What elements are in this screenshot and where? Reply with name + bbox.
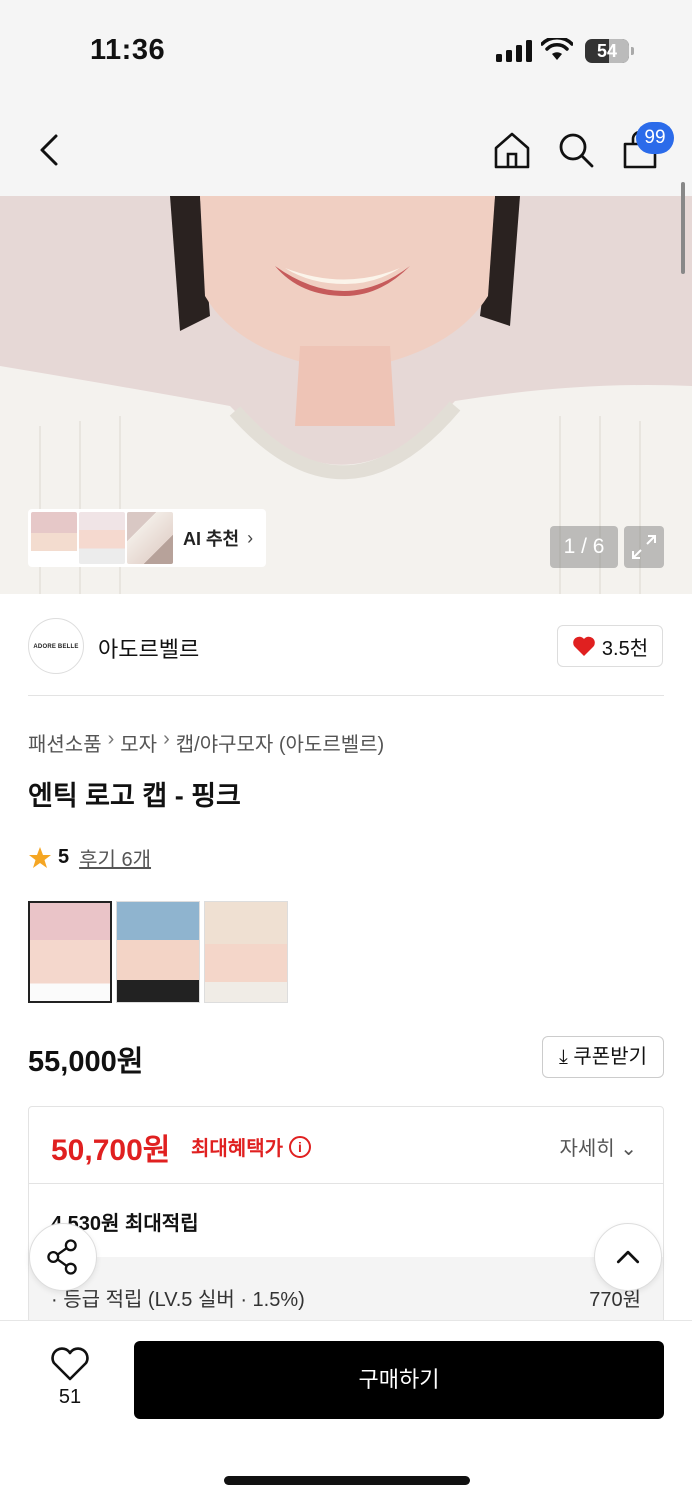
image-pager: 1 / 6	[550, 526, 618, 568]
benefit-panel: 50,700원 최대혜택가 i 자세히 ⌄ 4,530원 최대적립 · 등급 적…	[28, 1106, 664, 1336]
status-time: 11:36	[90, 34, 166, 66]
wish-count: 51	[58, 1386, 82, 1408]
divider	[29, 1183, 663, 1184]
scroll-top-icon[interactable]	[594, 1223, 662, 1291]
coupon-label: 쿠폰받기	[573, 1046, 647, 1068]
benefit-detail-toggle[interactable]: 자세히 ⌄	[559, 1132, 637, 1161]
signal-icon	[496, 40, 532, 62]
ai-thumb-3	[127, 512, 173, 564]
scroll-indicator	[681, 182, 685, 274]
heart-filled-icon	[573, 636, 595, 656]
home-icon[interactable]	[492, 130, 532, 170]
ai-recommend-label: AI 추천	[183, 529, 240, 549]
detail-label: 자세히	[559, 1138, 615, 1160]
battery-level: 54	[596, 41, 618, 61]
buy-button[interactable]: 구매하기	[134, 1341, 664, 1419]
ai-recommend-button[interactable]: AI 추천 ›	[28, 509, 266, 567]
product-rating: 5 후기 6개	[28, 843, 151, 872]
color-options	[28, 901, 288, 1003]
reviews-link[interactable]: 후기 6개	[79, 843, 151, 872]
breadcrumb: 패션소품 › 모자 › 캡/야구모자 (아도르벨르)	[28, 728, 384, 757]
share-icon[interactable]	[29, 1223, 97, 1291]
breadcrumb-item[interactable]: 패션소품	[28, 728, 102, 757]
chevron-right-icon: ›	[247, 527, 254, 548]
wifi-icon	[541, 38, 573, 60]
battery-icon: 54	[585, 39, 634, 63]
breadcrumb-item[interactable]: 캡/야구모자 (아도르벨르)	[176, 728, 384, 757]
color-option-pink[interactable]	[28, 901, 112, 1003]
cart-count-badge: 99	[636, 122, 674, 154]
tier-label: · 등급 적립 (LV.5 실버 · 1.5%)	[51, 1289, 305, 1311]
home-indicator	[224, 1476, 470, 1485]
breadcrumb-item[interactable]: 모자	[120, 728, 157, 757]
back-arrow-icon[interactable]	[32, 130, 68, 170]
color-option-beige[interactable]	[204, 901, 288, 1003]
ai-thumb-2	[79, 512, 125, 564]
chevron-right-icon: ›	[107, 728, 115, 750]
divider	[28, 695, 664, 696]
max-benefit-price: 50,700원	[51, 1134, 171, 1167]
brand-name[interactable]: 아도르벨르	[98, 632, 199, 664]
star-icon	[29, 846, 51, 868]
top-nav	[0, 100, 692, 196]
heart-outline-icon[interactable]	[48, 1345, 92, 1383]
rating-score: 5	[58, 846, 70, 868]
brand-like-count: 3.5천	[601, 637, 649, 660]
max-benefit-text: 최대혜택가	[191, 1138, 283, 1160]
expand-icon[interactable]	[624, 526, 664, 568]
chevron-right-icon: ›	[163, 728, 170, 750]
original-price: 55,000원	[28, 1046, 144, 1078]
brand-logo[interactable]: ADORE BELLE	[28, 618, 84, 674]
max-benefit-label: 최대혜택가 i	[191, 1132, 311, 1161]
color-option-blue[interactable]	[116, 901, 200, 1003]
search-icon[interactable]	[556, 130, 596, 170]
coupon-button[interactable]: ⤓ 쿠폰받기	[542, 1036, 664, 1078]
chevron-down-icon: ⌄	[620, 1138, 637, 1160]
ai-thumb-1	[31, 512, 77, 564]
status-bar: 11:36 54	[0, 0, 692, 100]
info-icon[interactable]: i	[289, 1135, 311, 1158]
product-title: 엔틱 로고 캡 - 핑크	[28, 781, 241, 811]
brand-like-button[interactable]: 3.5천	[557, 625, 663, 667]
